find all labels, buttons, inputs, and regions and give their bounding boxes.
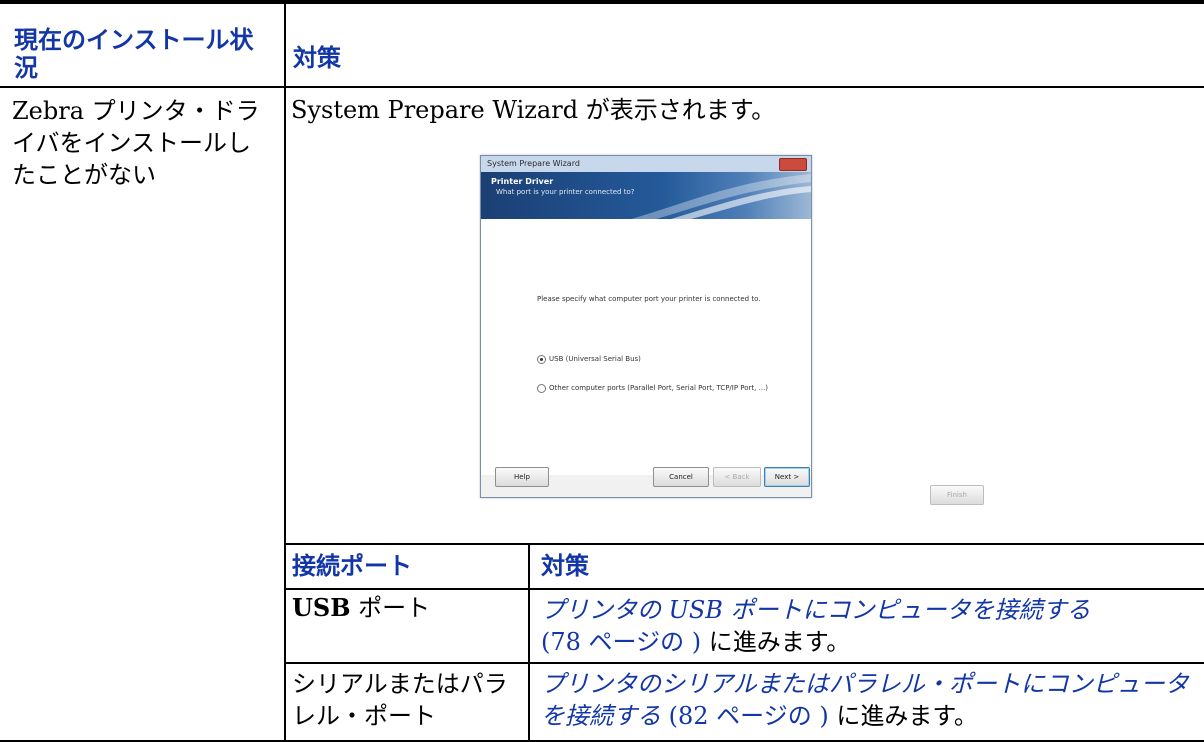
next-button: Next > [764, 467, 810, 487]
cancel-button: Cancel [653, 467, 709, 487]
action-serial-parallel: プリンタのシリアルまたはパラレル・ポートにコンピュータを接続する (82 ページ… [541, 668, 1191, 732]
header-current-install-status: 現在のインストール状況 [14, 26, 254, 82]
table-top-rule [0, 0, 1204, 4]
subtable-header-rule [284, 588, 1204, 590]
ref-serial-tail: に進みます。 [828, 702, 978, 730]
radio-other-ports [537, 384, 546, 393]
condition-text: Zebra プリンタ・ドライバをインストールしたことがない [12, 95, 274, 191]
finish-button: Finish [930, 485, 984, 505]
port-usb: USB ポート [292, 592, 430, 624]
wizard-subheading: What port is your printer connected to? [496, 188, 635, 196]
subtable-top-rule [284, 543, 1204, 545]
ref-usb-tail: に進みます。 [701, 628, 851, 656]
wizard-titlebar: System Prepare Wizard [481, 156, 811, 172]
ref-serial-page[interactable]: 82 ページの [678, 702, 812, 730]
port-serial-parallel: シリアルまたはパラレル・ポート [292, 670, 508, 730]
ref-usb-paren-close: ) [684, 628, 702, 656]
port-usb-bold: USB [292, 593, 351, 622]
ref-serial-paren-close: ) [811, 702, 829, 730]
wizard-body: Please specify what computer port your p… [481, 219, 811, 475]
ref-usb-page[interactable]: 78 ページの [550, 628, 684, 656]
ref-serial-paren-open: ( [661, 702, 678, 730]
back-button: < Back [713, 467, 761, 487]
condition-tail: ル [203, 129, 228, 157]
help-button: Help [495, 467, 549, 487]
wizard-footer: Help Cancel < Back Next > [481, 467, 811, 497]
subtable-header-port: 接続ポート [292, 552, 412, 580]
column-divider [284, 0, 286, 742]
action-usb: プリンタの USB ポートにコンピュータを接続する (78 ページの ) に進み… [541, 594, 1191, 658]
wizard-title: System Prepare Wizard [487, 159, 580, 168]
close-icon [779, 158, 807, 171]
subtable-header-action: 対策 [541, 552, 589, 580]
link-usb-connect[interactable]: プリンタの USB ポートにコンピュータを接続する [541, 596, 1091, 624]
action-text: System Prepare Wizard が表示されます。 [291, 96, 776, 124]
port-usb-rest: ポート [350, 594, 431, 622]
radio-other-ports-label: Other computer ports (Parallel Port, Ser… [549, 384, 769, 392]
wizard-screenshot: System Prepare Wizard Printer Driver Wha… [480, 155, 812, 498]
subtable-column-divider [528, 543, 530, 742]
wizard-prompt: Please specify what computer port your p… [537, 295, 761, 303]
radio-usb-label: USB (Universal Serial Bus) [549, 355, 641, 363]
header-divider [0, 86, 1204, 88]
radio-usb [537, 355, 546, 364]
subtable-row-rule [284, 662, 1204, 664]
wizard-heading: Printer Driver [491, 177, 554, 186]
ref-usb-paren-open: ( [541, 628, 551, 656]
header-action: 対策 [293, 44, 341, 72]
